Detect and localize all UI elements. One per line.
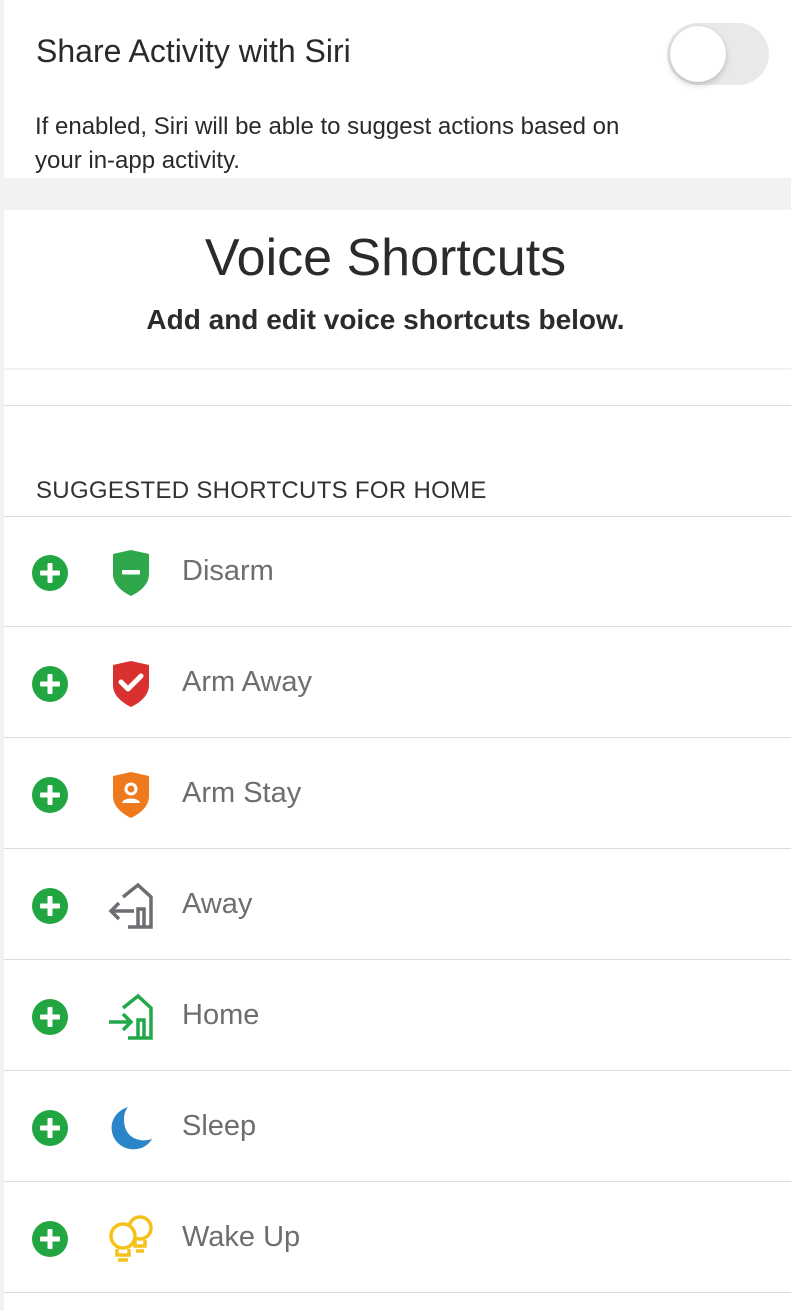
voice-shortcuts-header: Voice Shortcuts Add and edit voice short… [4,210,791,368]
shortcut-row-sleep[interactable]: Sleep [4,1072,791,1182]
shortcut-row-arm-away[interactable]: Arm Away [4,628,791,738]
shortcut-row-disarm[interactable]: Disarm [4,517,791,627]
siri-activity-description: If enabled, Siri will be able to suggest… [35,113,620,174]
row-divider [4,959,791,960]
toggle-knob [670,26,726,82]
shortcuts-list: SUGGESTED SHORTCUTS FOR HOME Disarm Arm … [4,370,791,1311]
shortcut-label: Arm Stay [182,777,302,809]
add-shortcut-button[interactable] [32,1221,68,1257]
shortcut-label: Sleep [182,1110,257,1142]
shield-check-icon [113,661,149,707]
siri-activity-card: Share Activity with Siri If enabled, Sir… [4,0,791,178]
moon-icon [111,1107,152,1150]
row-divider [4,1181,791,1182]
row-divider [4,1070,791,1071]
siri-activity-title: Share Activity with Siri [36,33,351,69]
shield-person-icon [113,772,149,818]
add-shortcut-button[interactable] [32,999,68,1035]
shortcut-row-wake-up[interactable]: Wake Up [4,1183,791,1293]
shortcut-row-away[interactable]: Away [4,850,791,960]
settings-page: Share Activity with Siri If enabled, Sir… [0,0,791,1311]
add-shortcut-button[interactable] [32,1110,68,1146]
voice-shortcuts-subtitle: Add and edit voice shortcuts below. [146,304,625,335]
add-shortcut-button[interactable] [32,555,68,591]
lightbulbs-icon [109,1215,153,1262]
leave-home-icon [108,882,153,929]
row-divider [4,1292,791,1293]
shortcut-row-arm-stay[interactable]: Arm Stay [4,739,791,849]
add-shortcut-button[interactable] [32,888,68,924]
shortcut-label: Away [182,888,253,920]
shortcut-label: Arm Away [182,666,313,698]
shortcut-label: Disarm [182,555,274,587]
section-header: SUGGESTED SHORTCUTS FOR HOME [36,477,487,504]
section-divider [4,405,791,406]
shortcut-label: Wake Up [182,1221,301,1253]
row-divider [4,626,791,627]
shield-minus-icon [113,550,149,596]
enter-home-icon [109,993,153,1040]
shortcut-label: Home [182,999,260,1031]
row-divider [4,848,791,849]
add-shortcut-button[interactable] [32,666,68,702]
row-divider [4,737,791,738]
shortcut-row-home[interactable]: Home [4,961,791,1071]
siri-activity-toggle[interactable] [667,23,769,85]
add-shortcut-button[interactable] [32,777,68,813]
voice-shortcuts-title: Voice Shortcuts [204,229,567,287]
